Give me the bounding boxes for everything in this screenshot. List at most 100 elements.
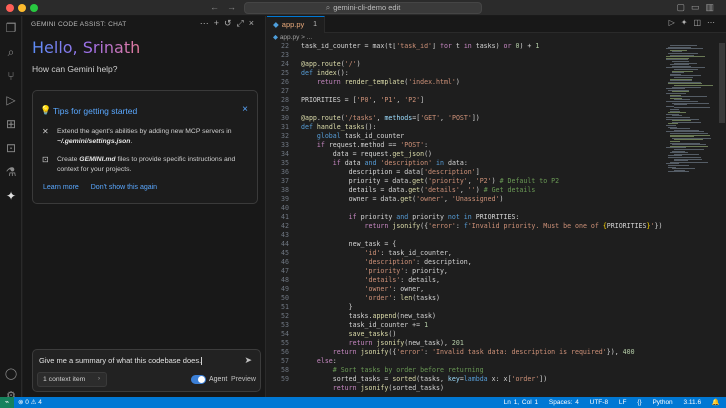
line-number: 24: [281, 60, 289, 68]
problems-indicator[interactable]: ⊗ 0 ⚠ 4: [18, 397, 42, 408]
toggle-panel-icon[interactable]: ▭: [691, 2, 706, 12]
more-icon[interactable]: ⋯: [200, 18, 214, 28]
line-number: 50: [281, 294, 289, 302]
code-line: @app.route('/'): [301, 60, 361, 68]
source-control-icon[interactable]: ⑂: [3, 68, 19, 84]
back-arrow-icon[interactable]: ←: [210, 2, 227, 12]
encoding[interactable]: UTF-8: [590, 399, 608, 406]
panel-actions: ⋯+↺⤢×: [200, 18, 259, 29]
history-icon[interactable]: ↺: [224, 18, 237, 28]
dont-show-again-link[interactable]: Don't show this again: [91, 184, 157, 191]
title-bar: ←→ ⌕ gemini-cli-demo edit ▢▭▥: [0, 0, 726, 16]
editor-scrollbar[interactable]: [719, 43, 725, 123]
code-line: save_tasks(): [348, 330, 397, 338]
maximize-window-button[interactable]: [30, 4, 38, 12]
line-number: 54: [281, 330, 289, 338]
code-line: global task_id_counter: [316, 132, 405, 140]
testing-icon[interactable]: ⚗: [3, 164, 19, 180]
run-icon[interactable]: ▷: [669, 18, 681, 27]
chat-input-box: Give me a summary of what this codebase …: [32, 349, 261, 392]
expand-icon[interactable]: ⤢: [237, 18, 249, 28]
forward-arrow-icon[interactable]: →: [227, 2, 244, 12]
code-line: 'order': len(tasks): [364, 294, 440, 302]
code-editor[interactable]: 22 23 24 25 26 27 28 29 30 31 32 33 34 35 36 37 38 39 40 41…: [267, 43, 662, 397]
gemini-action-icon[interactable]: ✦: [681, 18, 694, 27]
toggle-knob: [198, 376, 205, 383]
end-of-line[interactable]: LF: [619, 399, 627, 406]
braces-icon[interactable]: {}: [637, 399, 641, 406]
files-icon[interactable]: ❐: [3, 20, 19, 36]
code-line: 'description': description,: [364, 258, 472, 266]
cursor-position[interactable]: Ln 1, Col 1: [504, 399, 538, 406]
chat-input[interactable]: Give me a summary of what this codebase …: [39, 356, 235, 366]
text-caret: [201, 357, 203, 366]
line-number: 25: [281, 69, 289, 77]
line-number: 58: [281, 366, 289, 374]
file-icon: ⊡: [42, 155, 49, 164]
context-items-button[interactable]: 1 context item ›: [37, 372, 107, 387]
line-number: 22: [281, 43, 289, 50]
code-line: owner = data.get('owner', 'Unassigned'): [301, 195, 504, 203]
customize-layout-icon[interactable]: ▥: [705, 2, 720, 12]
preview-label: Preview: [231, 376, 256, 383]
line-number: 27: [281, 87, 289, 95]
account-icon[interactable]: ◯: [3, 367, 19, 380]
learn-more-link[interactable]: Learn more: [43, 184, 79, 191]
tips-links: Learn more Don't show this again: [43, 184, 167, 191]
remote-indicator-icon[interactable]: ⌁: [0, 397, 14, 408]
code-line: description = data['description']: [301, 168, 480, 176]
code-line: 'owner': owner,: [364, 285, 425, 293]
close-window-button[interactable]: [6, 4, 14, 12]
send-icon[interactable]: ➤: [244, 355, 252, 366]
line-number: 31: [281, 123, 289, 131]
search-icon[interactable]: ⌕: [3, 44, 19, 60]
run-debug-icon[interactable]: ▷: [3, 92, 19, 108]
code-line: return render_template('index.html'): [316, 78, 460, 86]
code-line: tasks.append(new_task): [301, 312, 436, 320]
navigation-arrows: ←→: [210, 2, 244, 12]
line-number: 56: [281, 348, 289, 356]
more-actions-icon[interactable]: ⋯: [707, 18, 721, 27]
language-mode[interactable]: Python: [652, 399, 672, 406]
breadcrumb-trail[interactable]: > ...: [301, 34, 312, 41]
code-line: return jsonify({'error': f'Invalid prior…: [364, 222, 662, 230]
help-prompt: How can Gemini help?: [32, 64, 118, 74]
line-number: 28: [281, 96, 289, 104]
activity-bar: ❐ ⌕ ⑂ ▷ ⊞ ⊡ ⚗ ✦ ◯ ⚙: [0, 16, 22, 402]
layout-controls: ▢▭▥: [676, 2, 720, 13]
minimize-window-button[interactable]: [18, 4, 26, 12]
close-icon[interactable]: ×: [249, 18, 259, 28]
code-line: if priority and priority not in PRIORITI…: [348, 213, 520, 221]
code-line: task_id_counter += 1: [301, 321, 429, 329]
line-number: 42: [281, 222, 289, 230]
close-tips-icon[interactable]: ×: [242, 104, 248, 115]
editor-tab-bar: ◆ app.py 1 ▷✦◫⋯: [267, 16, 726, 33]
agent-label: Agent: [209, 376, 228, 383]
tips-title: Tips for getting started: [53, 106, 138, 116]
notifications-icon[interactable]: 🔔: [712, 399, 720, 406]
line-number: 34: [281, 150, 289, 158]
line-number: 55: [281, 339, 289, 347]
new-chat-icon[interactable]: +: [214, 18, 224, 28]
indentation[interactable]: Spaces: 4: [549, 399, 579, 406]
code-line: 'priority': priority,: [364, 267, 448, 275]
agent-toggle[interactable]: [191, 375, 206, 384]
code-line: 'id': task_id_counter,: [364, 249, 452, 257]
command-center[interactable]: ⌕ gemini-cli-demo edit: [244, 2, 482, 14]
minimap[interactable]: [664, 43, 720, 397]
split-editor-icon[interactable]: ◫: [693, 18, 707, 27]
line-number: 29: [281, 105, 289, 113]
toggle-sidebar-icon[interactable]: ▢: [676, 2, 691, 12]
status-right: Ln 1, Col 1 Spaces: 4 UTF-8 LF {} Python…: [496, 397, 720, 408]
python-version[interactable]: 3.11.6: [684, 399, 702, 406]
breadcrumb: ◆ app.py > ...: [267, 33, 726, 43]
line-number: 44: [281, 240, 289, 248]
breadcrumb-file[interactable]: app.py: [280, 34, 300, 41]
tab-app-py[interactable]: ◆ app.py 1: [267, 16, 325, 33]
line-number: 41: [281, 213, 289, 221]
code-line: if request.method == 'POST':: [316, 141, 429, 149]
line-number: 49: [281, 285, 289, 293]
remote-explorer-icon[interactable]: ⊡: [3, 140, 19, 156]
extensions-icon[interactable]: ⊞: [3, 116, 19, 132]
gemini-icon[interactable]: ✦: [3, 188, 19, 204]
